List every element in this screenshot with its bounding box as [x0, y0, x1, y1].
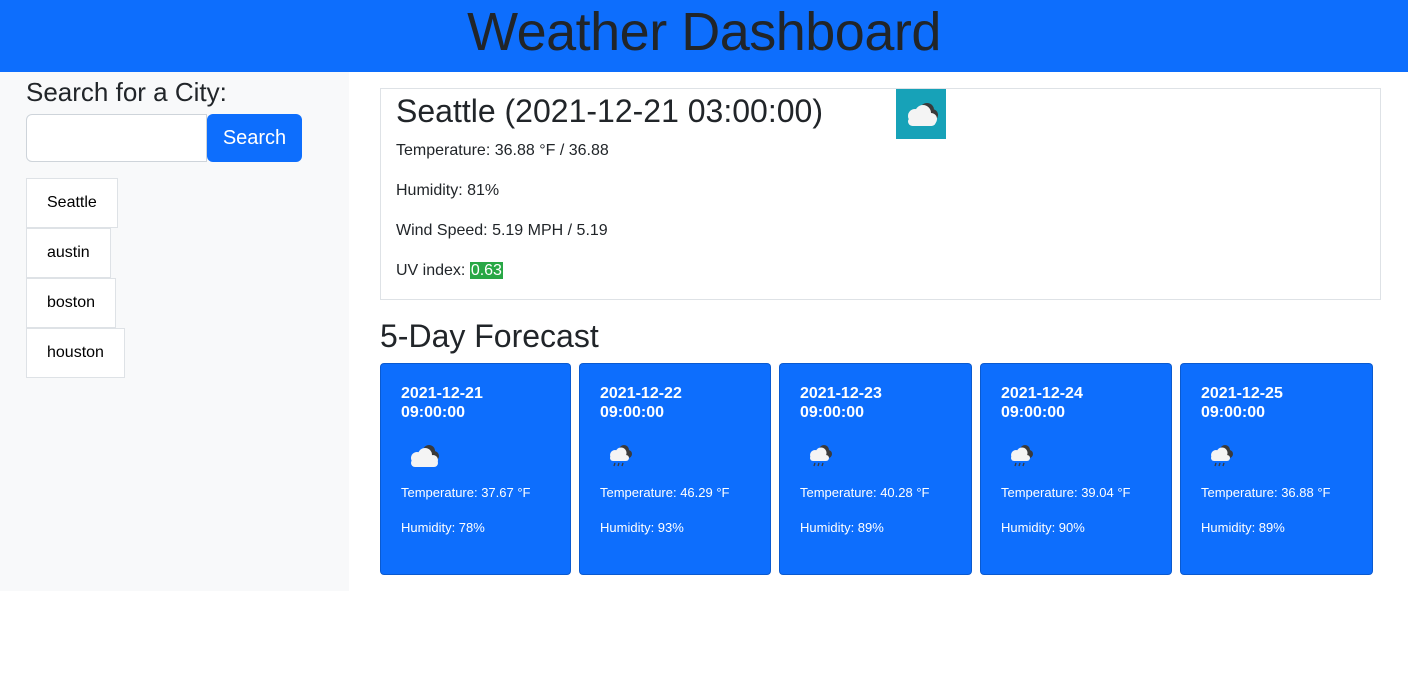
current-wind-speed: Wind Speed: 5.19 MPH / 5.19 [396, 222, 608, 239]
forecast-card: 2021-12-24 09:00:00 Temperature: 39.04 °… [980, 363, 1172, 575]
forecast-humidity: Humidity: 78% [401, 520, 485, 535]
forecast-card: 2021-12-22 09:00:00 Temperature: 46.29 °… [579, 363, 771, 575]
forecast-temperature: Temperature: 37.67 °F [401, 485, 531, 500]
page-title: Weather Dashboard [467, 2, 941, 62]
current-humidity: Humidity: 81% [396, 182, 500, 199]
forecast-card: 2021-12-25 09:00:00 Temperature: 36.88 °… [1180, 363, 1373, 575]
forecast-date: 2021-12-23 09:00:00 [800, 385, 882, 421]
current-weather-panel: Seattle (2021-12-21 03:00:00) Temperatur… [380, 88, 1381, 300]
search-history-list: Seattle austin boston houston [26, 178, 125, 378]
rain-cloud-icon [610, 445, 632, 467]
search-heading: Search for a City: [26, 77, 227, 107]
cloudy-icon [411, 445, 439, 467]
forecast-cards: 2021-12-21 09:00:00 Temperature: 37.67 °… [380, 363, 1380, 575]
history-button-houston[interactable]: houston [26, 328, 125, 378]
current-city-heading: Seattle (2021-12-21 03:00:00) [396, 93, 823, 129]
forecast-temperature: Temperature: 40.28 °F [800, 485, 930, 500]
forecast-humidity: Humidity: 89% [1201, 520, 1285, 535]
search-button[interactable]: Search [207, 114, 302, 162]
rain-cloud-icon [1011, 445, 1033, 467]
header-bar: Weather Dashboard [0, 0, 1408, 72]
forecast-heading: 5-Day Forecast [380, 318, 599, 354]
forecast-date: 2021-12-24 09:00:00 [1001, 385, 1083, 421]
history-button-seattle[interactable]: Seattle [26, 178, 118, 228]
forecast-temperature: Temperature: 46.29 °F [600, 485, 730, 500]
forecast-humidity: Humidity: 93% [600, 520, 684, 535]
sidebar: Search for a City: Search Seattle austin… [0, 72, 349, 591]
forecast-date: 2021-12-25 09:00:00 [1201, 385, 1283, 421]
rain-cloud-icon [1211, 445, 1233, 467]
current-uv-index: UV index: 0.63 [396, 262, 503, 279]
forecast-date: 2021-12-22 09:00:00 [600, 385, 682, 421]
forecast-date: 2021-12-21 09:00:00 [401, 385, 483, 421]
forecast-humidity: Humidity: 90% [1001, 520, 1085, 535]
cloudy-icon [908, 103, 938, 126]
rain-cloud-icon [810, 445, 832, 467]
current-weather-icon-box [896, 89, 946, 139]
forecast-temperature: Temperature: 36.88 °F [1201, 485, 1331, 500]
history-button-austin[interactable]: austin [26, 228, 111, 278]
uv-index-badge: 0.63 [469, 262, 503, 279]
forecast-card: 2021-12-23 09:00:00 Temperature: 40.28 °… [779, 363, 972, 575]
forecast-card: 2021-12-21 09:00:00 Temperature: 37.67 °… [380, 363, 571, 575]
history-button-boston[interactable]: boston [26, 278, 117, 328]
forecast-temperature: Temperature: 39.04 °F [1001, 485, 1131, 500]
forecast-humidity: Humidity: 89% [800, 520, 884, 535]
city-search-input[interactable] [26, 114, 207, 162]
current-temperature: Temperature: 36.88 °F / 36.88 [396, 142, 609, 159]
